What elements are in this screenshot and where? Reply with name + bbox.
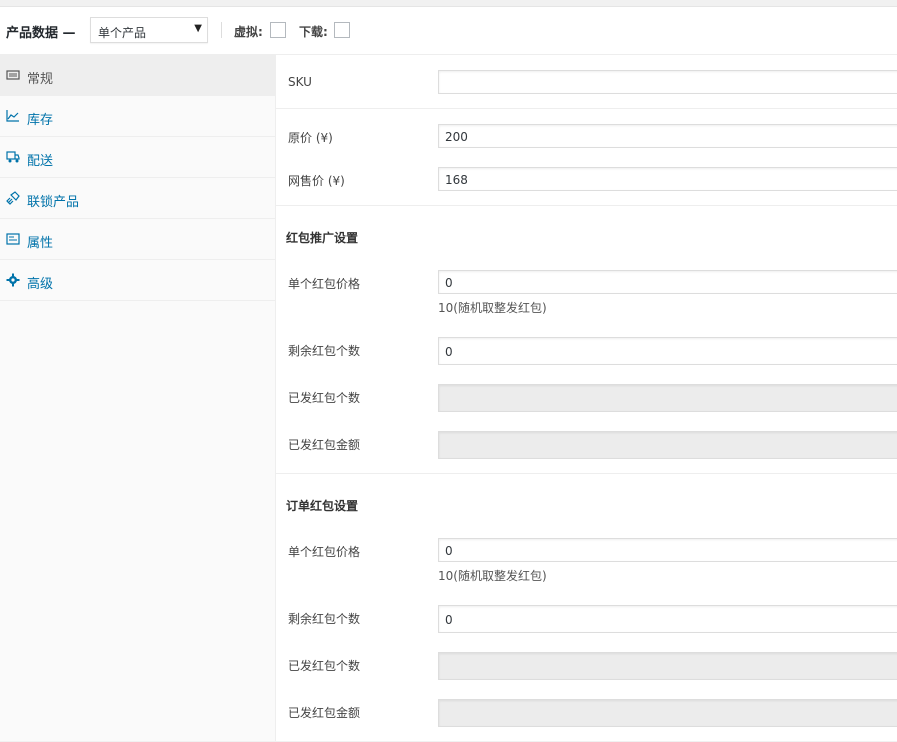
list-icon	[6, 70, 20, 80]
promo-price-input[interactable]: 0	[438, 270, 897, 294]
attributes-icon	[6, 233, 20, 245]
tab-general[interactable]: 常规	[0, 55, 275, 96]
sale-price-input[interactable]: 168	[438, 167, 897, 191]
promo-price-value: 0	[445, 276, 453, 290]
order-sent-count-label: 已发红包个数	[288, 659, 361, 673]
order-redpacket-title: 订单红包设置	[286, 499, 359, 513]
promo-remaining-input[interactable]: 0	[438, 337, 897, 365]
promo-price-description: 10(随机取整发红包)	[438, 301, 547, 315]
link-icon	[6, 191, 20, 205]
dropdown-arrow-icon: ▼	[194, 23, 202, 34]
virtual-label: 虚拟:	[234, 25, 263, 39]
divider	[276, 108, 897, 109]
regular-price-input[interactable]: 200	[438, 124, 897, 148]
order-price-value: 0	[445, 544, 453, 558]
order-price-input[interactable]: 0	[438, 538, 897, 562]
regular-price-value: 200	[445, 130, 468, 144]
promo-sent-count-label: 已发红包个数	[288, 391, 361, 405]
promo-remaining-value: 0	[445, 345, 453, 359]
virtual-checkbox[interactable]	[270, 22, 286, 38]
promo-price-label: 单个红包价格	[288, 277, 361, 291]
header-separator	[221, 22, 222, 38]
tab-attributes[interactable]: 属性	[0, 219, 275, 260]
truck-icon	[6, 151, 20, 163]
promo-sent-count-input	[438, 384, 897, 412]
sku-label: SKU	[288, 75, 312, 89]
order-sent-count-input	[438, 652, 897, 680]
order-sent-amount-label: 已发红包金额	[288, 706, 361, 720]
download-label: 下载:	[299, 25, 328, 39]
tab-attributes-label: 属性	[27, 236, 54, 251]
order-remaining-input[interactable]: 0	[438, 605, 897, 633]
general-tab-panel: SKU 原价 (¥) 200 网售价 (¥) 168 红包推广设置 单个红包价格…	[276, 55, 897, 741]
promo-remaining-label: 剩余红包个数	[288, 344, 361, 358]
tab-shipping[interactable]: 配送	[0, 137, 275, 178]
tab-general-label: 常规	[27, 72, 54, 87]
tab-inventory[interactable]: 库存	[0, 96, 275, 137]
tab-linked-products[interactable]: 联锁产品	[0, 178, 275, 219]
tab-shipping-label: 配送	[27, 154, 54, 169]
tab-advanced[interactable]: 高级	[0, 260, 275, 301]
tab-advanced-label: 高级	[27, 277, 54, 292]
order-sent-amount-input	[438, 699, 897, 727]
order-remaining-label: 剩余红包个数	[288, 612, 361, 626]
divider	[276, 473, 897, 474]
promo-sent-amount-label: 已发红包金额	[288, 438, 361, 452]
chart-icon	[6, 110, 19, 122]
download-checkbox[interactable]	[334, 22, 350, 38]
product-data-header: 产品数据 — 单个产品 ▼ 虚拟: 下载:	[0, 7, 897, 55]
promo-redpacket-title: 红包推广设置	[286, 231, 359, 245]
promo-sent-amount-input	[438, 431, 897, 459]
product-tabs-sidebar: 常规 库存 配送 联锁产品 属性 高级	[0, 55, 276, 741]
product-type-select[interactable]: 单个产品 ▼	[90, 17, 208, 43]
product-data-title: 产品数据 —	[6, 26, 76, 41]
sale-price-value: 168	[445, 173, 468, 187]
gear-icon	[6, 273, 20, 287]
order-price-description: 10(随机取整发红包)	[438, 569, 547, 583]
tab-linked-products-label: 联锁产品	[27, 195, 80, 210]
product-type-value: 单个产品	[98, 26, 147, 40]
divider	[276, 205, 897, 206]
regular-price-label: 原价 (¥)	[288, 131, 333, 145]
tab-inventory-label: 库存	[27, 113, 54, 128]
order-price-label: 单个红包价格	[288, 545, 361, 559]
product-data-panel: 产品数据 — 单个产品 ▼ 虚拟: 下载: 常规 库存 配送 联锁产品 属性 高…	[0, 6, 897, 741]
order-remaining-value: 0	[445, 613, 453, 627]
sku-input[interactable]	[438, 70, 897, 94]
sale-price-label: 网售价 (¥)	[288, 174, 345, 188]
